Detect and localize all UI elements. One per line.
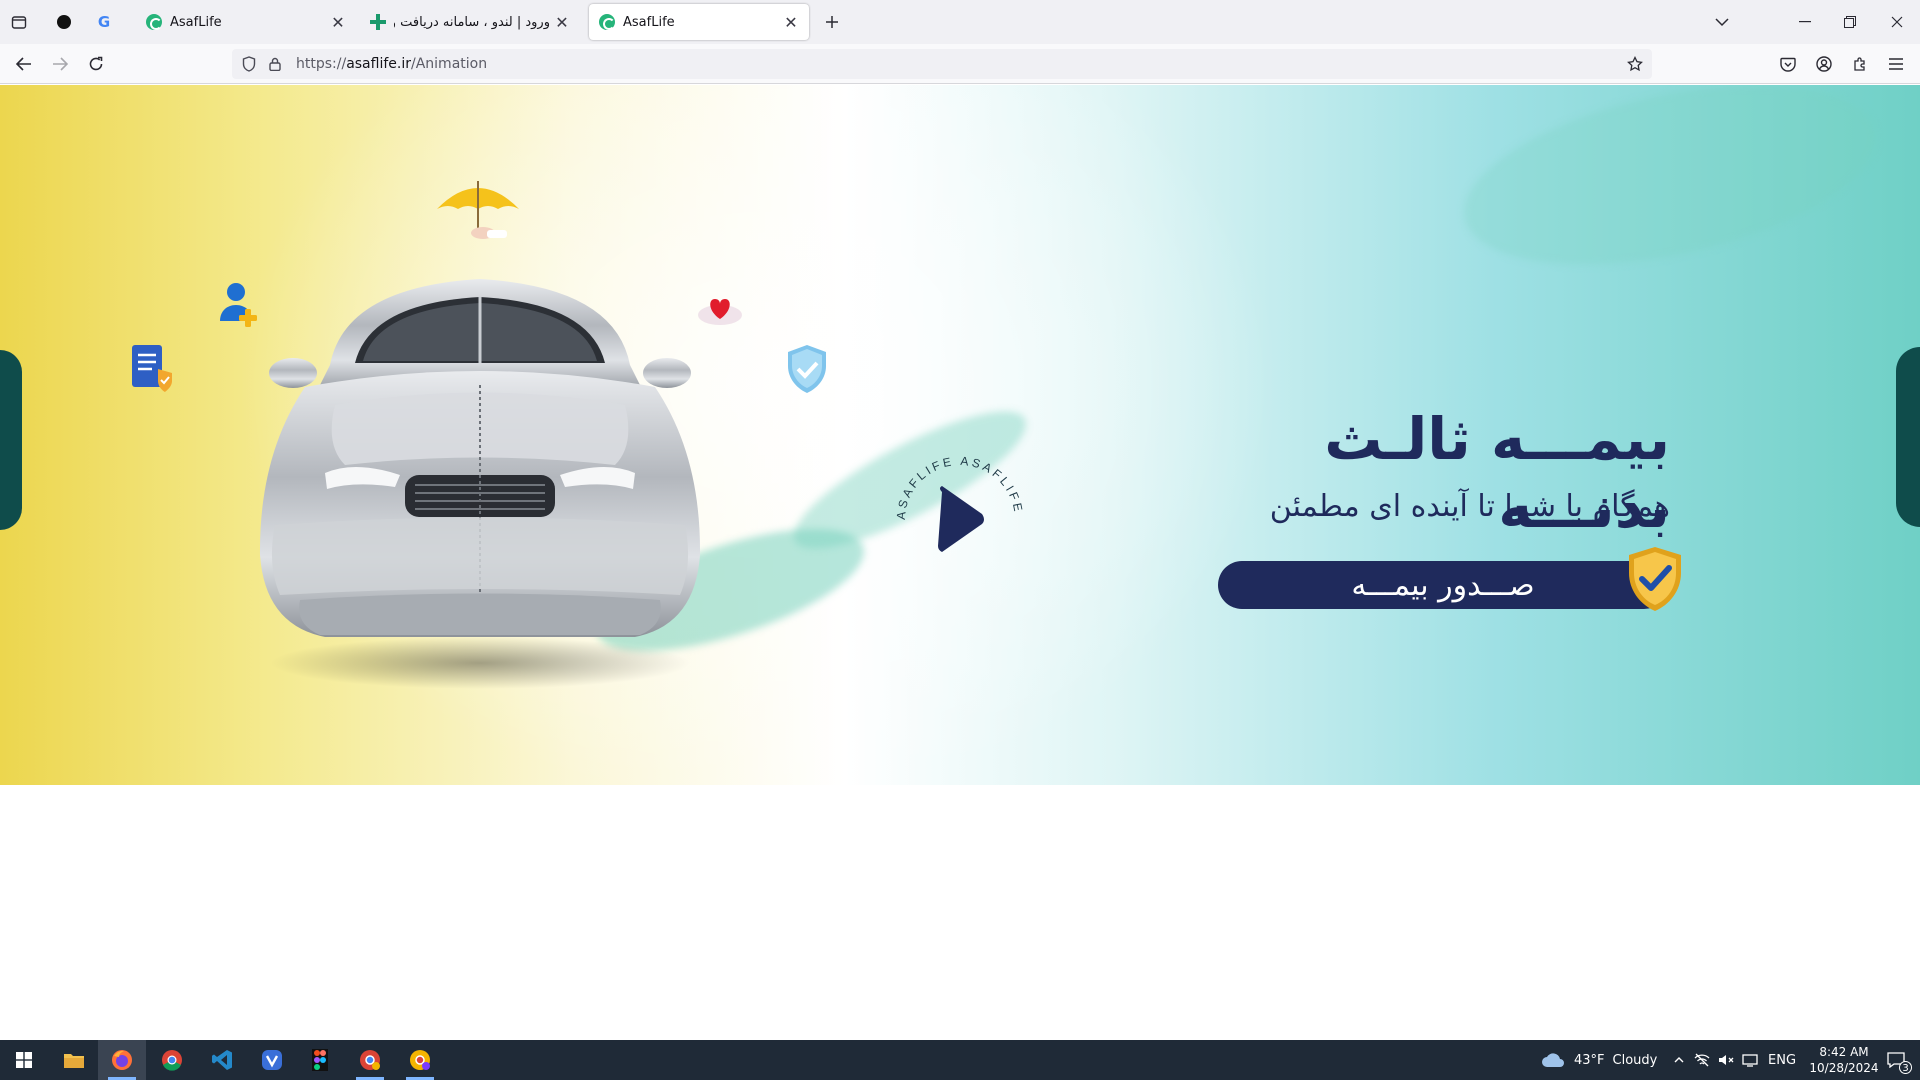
reload-icon[interactable] [80,48,112,80]
gold-shield-check-icon [1629,547,1681,611]
weather-condition: Cloudy [1612,1052,1658,1068]
google-icon: G [97,13,111,31]
url-text[interactable]: https://asaflife.ir/Animation [296,56,487,72]
lock-icon[interactable] [266,55,284,73]
pinned-tab-1[interactable] [46,4,82,40]
tab-title: ورود | لندو ، سامانه دریافت وام و [394,14,550,30]
new-tab-button[interactable] [815,6,849,38]
asaflife-favicon [146,14,162,30]
notification-count: 3 [1899,1061,1912,1074]
pinned-site-icon [57,15,71,29]
bookmark-star-icon[interactable] [1626,55,1644,73]
hero-banner: ASAFLIFE ASAFLIFE بیمـــه ثالـث بدنـــه … [0,85,1920,785]
chevron-up-icon[interactable] [1672,1053,1686,1067]
vivaldi-icon[interactable] [248,1040,296,1080]
vscode-icon[interactable] [198,1040,246,1080]
tab-strip: G AsafLife ✕ ورود | لندو ، سامانه دریافت… [0,0,1920,44]
address-bar[interactable]: https://asaflife.ir/Animation [232,49,1652,79]
cta-label: صـــدور بیمـــه [1351,567,1535,603]
umbrella-icon [437,181,519,239]
slider-prev-button[interactable] [0,350,22,530]
slider-next-button[interactable] [1896,347,1920,527]
issue-insurance-button[interactable]: صـــدور بیمـــه [1218,561,1668,609]
clock-date: 10/28/2024 [1809,1061,1879,1075]
close-tab-icon[interactable]: ✕ [779,10,803,34]
weather-widget[interactable]: 43°F Cloudy [1540,1040,1657,1080]
inflated-car-image [259,279,701,689]
tracking-shield-icon[interactable] [240,55,258,73]
tab-title: AsafLife [170,14,222,30]
minimize-icon[interactable] [1788,6,1822,38]
file-explorer-icon[interactable] [50,1040,98,1080]
tab-lendo[interactable]: ورود | لندو ، سامانه دریافت وام و ✕ [360,4,580,40]
close-tab-icon[interactable]: ✕ [326,10,350,34]
cloud-icon [1542,1053,1564,1067]
figma-icon[interactable] [296,1040,344,1080]
tab-asaflife-active[interactable]: AsafLife ✕ [589,4,809,40]
asaflife-favicon [599,14,615,30]
extensions-icon[interactable] [1844,48,1876,80]
tab-overflow-chevron-down-icon[interactable] [1705,6,1739,38]
tab-asaflife-1[interactable]: AsafLife ✕ [136,4,356,40]
account-icon[interactable] [1808,48,1840,80]
tab-title: AsafLife [623,14,675,30]
forward-arrow-icon[interactable] [44,48,76,80]
play-icon [938,486,984,552]
menu-hamburger-icon[interactable] [1880,48,1912,80]
chrome-canary-icon[interactable] [396,1040,444,1080]
clock-time: 8:42 AM [1819,1045,1869,1059]
back-arrow-icon[interactable] [8,48,40,80]
weather-temp: 43°F [1574,1052,1605,1068]
firefox-icon[interactable] [98,1040,146,1080]
speaker-muted-icon[interactable] [1718,1053,1734,1067]
notification-center-icon[interactable]: 3 [1872,1040,1920,1080]
system-tray-icons[interactable]: ENG [1672,1040,1796,1080]
pocket-icon[interactable] [1772,48,1804,80]
clock[interactable]: 8:42 AM 10/28/2024 [1808,1044,1880,1076]
network-icon[interactable] [1694,1053,1710,1067]
navigation-toolbar: https://asaflife.ir/Animation [0,44,1920,84]
windows-start-icon[interactable] [0,1040,48,1080]
lendo-favicon [370,14,386,30]
restore-icon[interactable] [1833,6,1867,38]
hero-subtitle: همگام با شما تا آینده ای مطمئن [1269,489,1670,524]
pinned-tab-google[interactable]: G [86,4,122,40]
chrome-icon[interactable] [148,1040,196,1080]
language-indicator[interactable]: ENG [1768,1053,1796,1068]
document-check-icon [132,345,172,392]
display-icon[interactable] [1742,1053,1758,1067]
close-tab-icon[interactable]: ✕ [550,10,574,34]
play-video-button[interactable]: ASAFLIFE ASAFLIFE [890,450,1030,590]
close-window-icon[interactable] [1880,6,1914,38]
windows-taskbar: 43°F Cloudy ENG 8:42 AM 10/28/2024 3 [0,1040,1920,1080]
tab-list-icon[interactable] [2,6,36,38]
chrome-profile-icon[interactable] [346,1040,394,1080]
shield-check-icon [788,345,826,393]
